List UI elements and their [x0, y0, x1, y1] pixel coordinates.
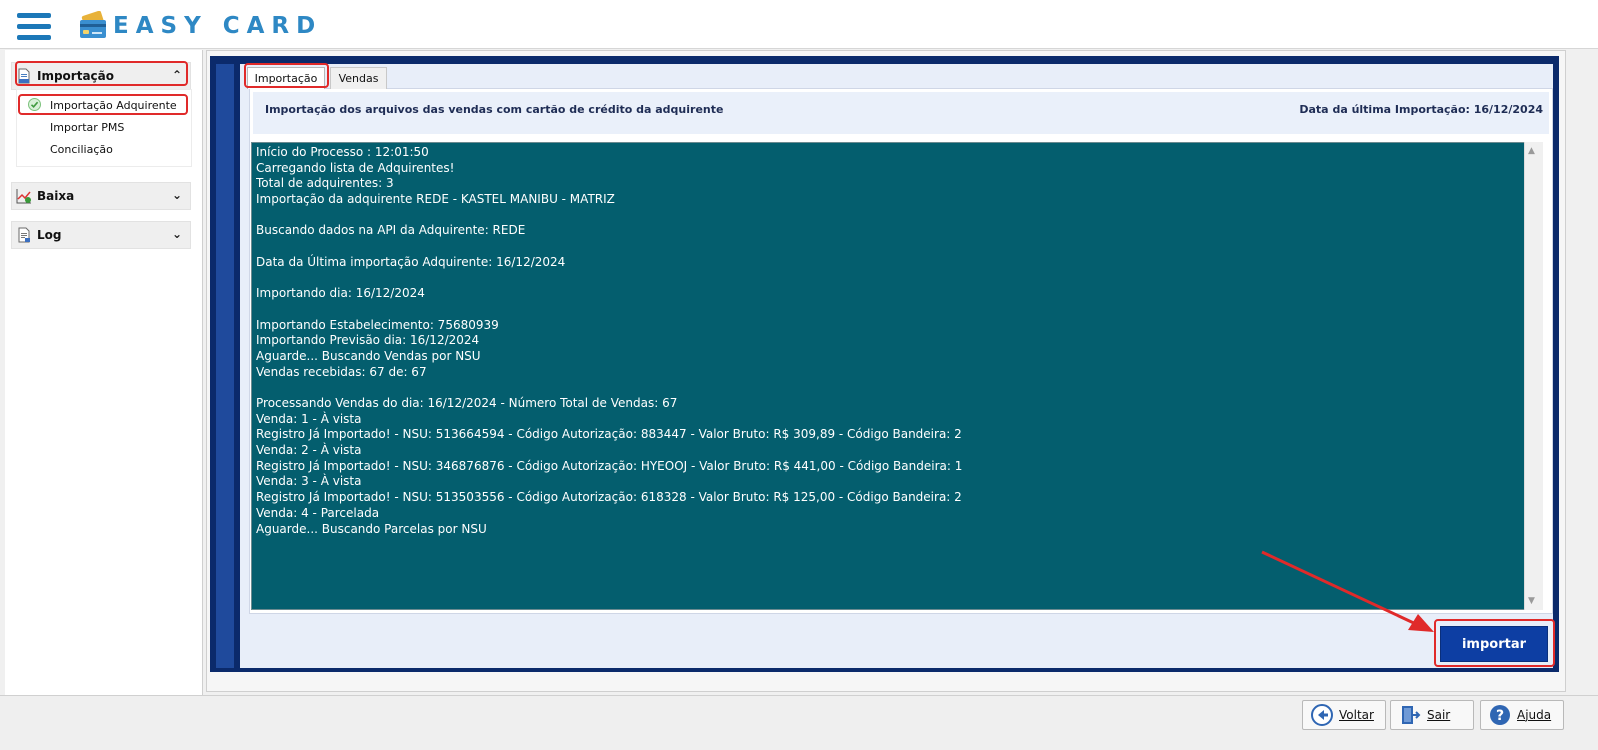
credit-card-logo-icon [80, 11, 106, 38]
help-button[interactable]: ? Ajuda [1480, 700, 1564, 730]
app-title: EASY CARD [113, 13, 323, 39]
double-chevron-down-icon[interactable]: ⌄ [172, 227, 182, 241]
sidebar-group-head-log[interactable]: Log ⌄ [12, 222, 190, 248]
log-line: Registro Já Importado! - NSU: 513503556 … [256, 490, 962, 505]
sidebar-group-head-baixa[interactable]: Baixa ⌄ [12, 183, 190, 209]
back-label: Voltar [1339, 708, 1374, 722]
chart-line-icon [16, 189, 31, 204]
log-line: Importando Previsão dia: 16/12/2024 [256, 333, 480, 348]
log-line: Data da Última importação Adquirente: 16… [256, 254, 566, 269]
log-line: Aguarde... Buscando Vendas por NSU [256, 348, 481, 363]
log-line: Aguarde... Buscando Parcelas por NSU [256, 521, 487, 536]
log-line: Importando dia: 16/12/2024 [256, 286, 425, 301]
log-line: Total de adquirentes: 3 [256, 176, 394, 191]
back-button[interactable]: Voltar [1302, 700, 1386, 730]
log-line: Importação da adquirente REDE - KASTEL M… [256, 192, 615, 207]
log-line: Registro Já Importado! - NSU: 513664594 … [256, 427, 962, 442]
log-lines: Início do Processo : 12:01:50 Carregando … [256, 145, 1521, 607]
import-description: Importação dos arquivos das vendas com c… [265, 103, 724, 116]
log-line: Registro Já Importado! - NSU: 346876876 … [256, 458, 963, 473]
log-line: Início do Processo : 12:01:50 [256, 145, 429, 159]
sidebar-item-importacao-adquirente[interactable]: Importação Adquirente [50, 99, 177, 112]
log-line: Venda: 2 - À vista [256, 443, 362, 458]
last-import-date: Data da última Importação: 16/12/2024 [1299, 103, 1543, 116]
scroll-up-icon[interactable]: ▲ [1528, 146, 1535, 156]
sidebar-group-label: Baixa [37, 189, 75, 203]
sidebar-group-head-importacao[interactable]: Importação ⌃ [12, 63, 190, 89]
tab-vendas[interactable]: Vendas [330, 67, 387, 89]
sidebar-group-baixa[interactable]: Baixa ⌄ [11, 182, 191, 210]
log-output[interactable]: Início do Processo : 12:01:50 Carregando … [251, 142, 1543, 610]
log-line: Venda: 3 - À vista [256, 474, 362, 489]
log-line: Buscando dados na API da Adquirente: RED… [256, 223, 526, 238]
log-scrollbar[interactable] [1524, 142, 1543, 610]
help-label: Ajuda [1517, 708, 1552, 722]
import-button[interactable]: importar [1440, 626, 1548, 662]
exit-door-icon [1402, 706, 1421, 724]
log-line: Carregando lista de Adquirentes! [256, 160, 455, 175]
tab-importacao[interactable]: Importação [247, 67, 325, 89]
sidebar-item-importar-pms[interactable]: Importar PMS [50, 121, 124, 134]
hamburger-icon[interactable] [17, 13, 51, 41]
app-header: EASY CARD [0, 0, 1598, 49]
sidebar-group-log[interactable]: Log ⌄ [11, 221, 191, 249]
sidebar-group-importacao[interactable]: Importação ⌃ [11, 62, 191, 90]
log-line: Vendas recebidas: 67 de: 67 [256, 364, 427, 379]
frame-stripe [216, 64, 234, 668]
log-line: Venda: 1 - À vista [256, 411, 362, 426]
exit-button[interactable]: Sair [1390, 700, 1474, 730]
back-arrow-icon [1311, 704, 1333, 726]
log-line: Processando Vendas do dia: 16/12/2024 - … [256, 396, 678, 410]
sidebar-group-label: Importação [37, 69, 115, 83]
double-chevron-up-icon[interactable]: ⌃ [172, 68, 182, 82]
sidebar-item-conciliacao[interactable]: Conciliação [50, 143, 113, 156]
help-question-icon: ? [1490, 705, 1510, 725]
svg-text:?: ? [1496, 708, 1504, 724]
double-chevron-down-icon[interactable]: ⌄ [172, 188, 182, 202]
document-import-icon [18, 68, 30, 84]
log-line: Venda: 4 - Parcelada [256, 505, 380, 520]
check-circle-icon [28, 98, 41, 111]
log-line: Importando Estabelecimento: 75680939 [256, 317, 499, 332]
document-log-icon [18, 227, 30, 243]
exit-label: Sair [1427, 708, 1451, 722]
sidebar-group-label: Log [37, 228, 62, 242]
scroll-down-icon[interactable]: ▼ [1528, 596, 1535, 606]
